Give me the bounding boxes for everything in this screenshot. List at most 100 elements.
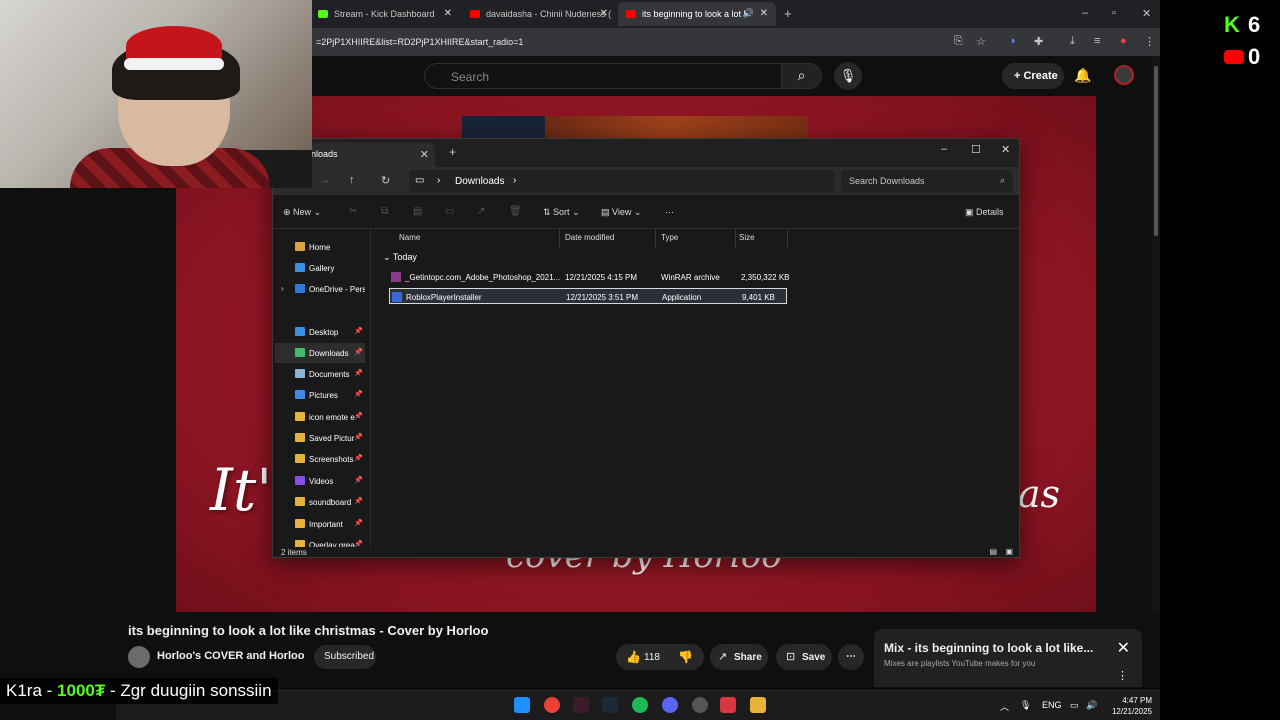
sort-button[interactable]: ⇅ Sort ⌄: [543, 207, 580, 218]
column-separator[interactable]: [735, 229, 736, 247]
search-downloads-input[interactable]: Search Downloads ⌕: [841, 170, 1013, 192]
close-tab-icon[interactable]: ✕: [760, 8, 768, 19]
maximize-icon[interactable]: ▫: [1112, 7, 1116, 19]
column-header-name[interactable]: Name: [399, 233, 420, 242]
subscribed-button[interactable]: Subscribed: [314, 645, 376, 669]
column-header-size[interactable]: Size: [739, 233, 755, 242]
download-icon[interactable]: ⤓: [1070, 35, 1075, 48]
minimize-icon[interactable]: –: [941, 143, 947, 155]
column-separator[interactable]: [559, 229, 560, 247]
column-separator[interactable]: [655, 229, 656, 247]
notifications-bell-icon[interactable]: 🔔: [1074, 67, 1091, 84]
minimize-icon[interactable]: –: [1082, 7, 1088, 19]
bookmark-star-icon[interactable]: ☆: [976, 35, 986, 48]
nav-item-desktop[interactable]: Desktop 📌: [275, 322, 365, 342]
nav-item-icon-emote-e[interactable]: icon emote e 📌: [275, 407, 365, 427]
menu-icon[interactable]: ⋮: [1144, 35, 1155, 48]
file-explorer-icon[interactable]: [750, 697, 766, 713]
address-breadcrumb[interactable]: ▭ › Downloads ›: [409, 170, 835, 192]
speaker-icon[interactable]: 🔊: [743, 8, 754, 19]
media-icon[interactable]: ≡: [1094, 35, 1100, 47]
tray-chevron-icon[interactable]: ︿: [1000, 700, 1009, 713]
share-icon[interactable]: ↗: [477, 206, 485, 217]
file-row[interactable]: _Getintopc.com_Adobe_Photoshop_2021... 1…: [389, 269, 789, 285]
nav-item-onedrive-pers[interactable]: OneDrive - Pers ›: [275, 279, 365, 299]
column-header-date[interactable]: Date modified: [565, 233, 614, 242]
avatar[interactable]: [1114, 65, 1134, 85]
paste-icon[interactable]: ▤: [413, 206, 422, 217]
more-options-icon[interactable]: ⋮: [1117, 669, 1128, 682]
page-scrollbar[interactable]: [1152, 56, 1160, 688]
spotify-icon[interactable]: [632, 697, 648, 713]
install-icon[interactable]: ⎘: [954, 35, 963, 48]
more-options-icon[interactable]: ⋯: [665, 207, 674, 218]
close-tab-icon[interactable]: ✕: [600, 8, 608, 19]
nav-item-gallery[interactable]: Gallery: [275, 258, 365, 278]
puzzle-icon[interactable]: ✚: [1034, 35, 1043, 48]
profile-icon[interactable]: ●: [1120, 35, 1127, 47]
refresh-icon[interactable]: ↻: [381, 174, 390, 187]
details-button[interactable]: ▣ Details: [965, 207, 1004, 218]
windows-start-icon[interactable]: [514, 697, 530, 713]
channel-avatar[interactable]: [128, 646, 150, 668]
extension-icon[interactable]: ◗: [1010, 35, 1017, 47]
volume-icon[interactable]: 🔊: [1086, 700, 1097, 711]
copy-icon[interactable]: ⧉: [381, 206, 388, 217]
group-header-today[interactable]: ⌄ Today: [383, 252, 417, 263]
app-icon[interactable]: [573, 697, 589, 713]
create-button[interactable]: + Create: [1002, 63, 1064, 89]
share-button[interactable]: ↗ Share: [710, 644, 768, 670]
search-input[interactable]: Search: [424, 63, 782, 89]
tab-kick-dashboard[interactable]: Stream - Kick Dashboard ✕: [310, 2, 460, 26]
file-row-selected[interactable]: RobloxPlayerInstaller 12/21/2025 3:51 PM…: [389, 288, 787, 304]
nav-item-important[interactable]: Important 📌: [275, 514, 365, 534]
nav-item-saved-pictur[interactable]: Saved Pictur 📌: [275, 428, 365, 448]
save-button[interactable]: ⊡ Save: [776, 644, 832, 670]
maximize-icon[interactable]: ☐: [971, 143, 981, 156]
tiles-view-icon[interactable]: ▣: [1005, 547, 1013, 556]
nav-item-pictures[interactable]: Pictures 📌: [275, 385, 365, 405]
nav-item-videos[interactable]: Videos 📌: [275, 471, 365, 491]
obs-icon[interactable]: [692, 697, 708, 713]
breadcrumb-downloads[interactable]: Downloads: [455, 176, 504, 187]
nav-item-documents[interactable]: Documents 📌: [275, 364, 365, 384]
app-red-icon[interactable]: [720, 697, 736, 713]
microphone-icon[interactable]: 🎙: [834, 62, 862, 90]
more-actions-icon[interactable]: ⋯: [838, 644, 864, 670]
up-arrow-icon[interactable]: ↑: [349, 174, 355, 186]
chevron-right-icon[interactable]: ›: [513, 175, 516, 186]
new-tab-icon[interactable]: +: [449, 145, 456, 159]
nav-item-soundboard[interactable]: soundboard 📌: [275, 492, 365, 512]
nav-item-home[interactable]: Home: [275, 237, 365, 257]
close-tab-icon[interactable]: ✕: [420, 148, 429, 161]
column-separator[interactable]: [787, 229, 788, 247]
column-header-type[interactable]: Type: [661, 233, 678, 242]
delete-icon[interactable]: 🗑: [509, 206, 522, 217]
mic-tray-icon[interactable]: 🎙: [1020, 700, 1031, 711]
forward-icon[interactable]: →: [319, 174, 330, 186]
close-icon[interactable]: ✕: [1117, 638, 1130, 658]
channel-name[interactable]: Horloo's COVER and Horloo: [157, 650, 304, 662]
close-window-icon[interactable]: ✕: [1142, 7, 1151, 20]
scrollbar-thumb[interactable]: [1154, 66, 1158, 236]
cut-icon[interactable]: ✂: [349, 206, 357, 217]
dislike-icon[interactable]: 👎: [678, 650, 693, 664]
url-text[interactable]: =2PjP1XHIIRE&list=RD2PjP1XHIIRE&start_ra…: [316, 37, 523, 47]
close-tab-icon[interactable]: ✕: [444, 8, 452, 19]
rename-icon[interactable]: ▭: [445, 206, 454, 217]
mix-playlist-card[interactable]: Mix - its beginning to look a lot like..…: [874, 629, 1142, 687]
explorer-tab[interactable]: nloads ✕: [311, 143, 435, 167]
discord-icon[interactable]: [662, 697, 678, 713]
like-icon[interactable]: 👍: [626, 650, 641, 664]
close-window-icon[interactable]: ✕: [1001, 143, 1010, 156]
tab-current-video[interactable]: its beginning to look a lot l 🔊 ✕: [618, 2, 776, 26]
language-indicator[interactable]: ENG: [1042, 700, 1062, 710]
details-view-icon[interactable]: ▤: [989, 547, 997, 556]
clock[interactable]: 4:47 PM 12/21/2025: [1112, 695, 1152, 717]
expand-chevron-icon[interactable]: ›: [281, 284, 284, 293]
file-explorer-window[interactable]: nloads ✕ + – ☐ ✕ → ↑ ↻ ▭ › Downloads › S…: [272, 138, 1020, 558]
nav-item-downloads[interactable]: Downloads 📌: [275, 343, 365, 363]
search-icon[interactable]: ⌕: [782, 63, 822, 89]
new-button[interactable]: ⊕ New ⌄: [283, 207, 321, 218]
nav-item-screenshots[interactable]: Screenshots 📌: [275, 449, 365, 469]
